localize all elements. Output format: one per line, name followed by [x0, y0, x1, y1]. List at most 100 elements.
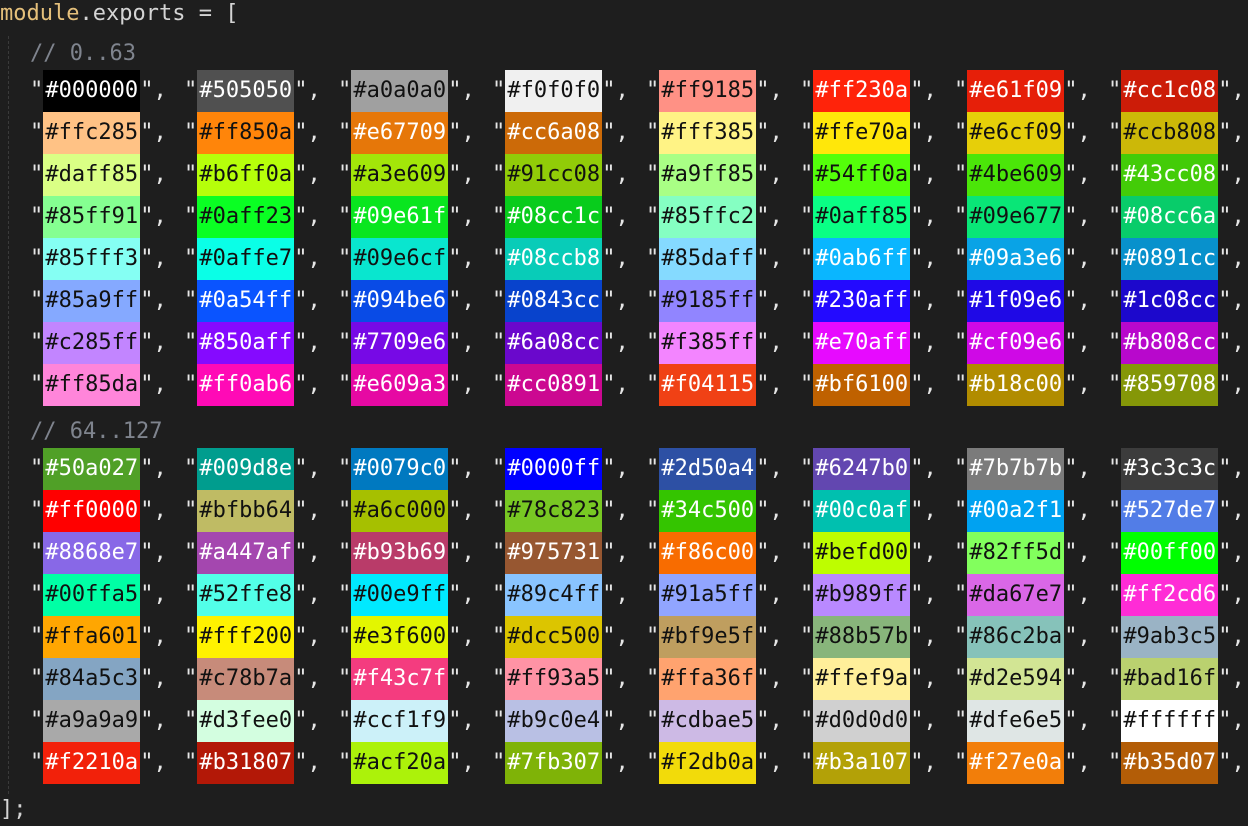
color-swatch: #f2210a	[43, 742, 141, 784]
string-quote: "	[294, 162, 308, 187]
color-entry: "#e70aff",	[800, 322, 937, 364]
string-quote: "	[910, 540, 924, 565]
color-entry: "#00e9ff",	[338, 574, 475, 616]
string-quote: "	[1064, 750, 1078, 775]
string-quote: "	[30, 750, 44, 775]
comma-separator: ,	[923, 246, 937, 271]
string-quote: "	[30, 372, 44, 397]
string-quote: "	[1218, 78, 1232, 103]
string-quote: "	[602, 120, 616, 145]
color-swatch: #08cc1c	[505, 196, 603, 238]
comma-separator: ,	[153, 330, 167, 355]
comma-separator: ,	[153, 162, 167, 187]
string-quote: "	[492, 624, 506, 649]
comma-separator: ,	[153, 750, 167, 775]
color-entry: "#89c4ff",	[492, 574, 629, 616]
string-quote: "	[338, 456, 352, 481]
comma-separator: ,	[153, 204, 167, 229]
comma-separator: ,	[615, 456, 629, 481]
comma-separator: ,	[153, 498, 167, 523]
color-swatch: #b18c00	[967, 364, 1065, 406]
color-swatch: #6247b0	[813, 448, 911, 490]
string-quote: "	[30, 498, 44, 523]
comma-separator: ,	[769, 540, 783, 565]
string-quote: "	[800, 330, 814, 355]
color-swatch: #c285ff	[43, 322, 141, 364]
string-quote: "	[492, 708, 506, 733]
string-quote: "	[910, 708, 924, 733]
string-quote: "	[1108, 624, 1122, 649]
string-quote: "	[756, 624, 770, 649]
color-entry: "#1c08cc",	[1108, 280, 1245, 322]
string-quote: "	[1218, 624, 1232, 649]
color-swatch: #7709e6	[351, 322, 449, 364]
color-swatch: #09e677	[967, 196, 1065, 238]
comma-separator: ,	[307, 708, 321, 733]
string-quote: "	[294, 456, 308, 481]
string-quote: "	[954, 288, 968, 313]
string-quote: "	[646, 162, 660, 187]
string-quote: "	[1064, 246, 1078, 271]
color-entry: "#09e677",	[954, 196, 1091, 238]
string-quote: "	[140, 288, 154, 313]
comma-separator: ,	[1231, 624, 1245, 649]
string-quote: "	[756, 162, 770, 187]
string-quote: "	[910, 750, 924, 775]
color-swatch: #85ff91	[43, 196, 141, 238]
color-entry: "#094be6",	[338, 280, 475, 322]
color-swatch: #a9a9a9	[43, 700, 141, 742]
color-swatch: #2d50a4	[659, 448, 757, 490]
string-quote: "	[184, 120, 198, 145]
comma-separator: ,	[1077, 120, 1091, 145]
color-swatch: #ffa36f	[659, 658, 757, 700]
comma-separator: ,	[1077, 78, 1091, 103]
color-entry: "#230aff",	[800, 280, 937, 322]
comma-separator: ,	[615, 582, 629, 607]
color-swatch: #b808cc	[1121, 322, 1219, 364]
color-entry: "#b9c0e4",	[492, 700, 629, 742]
string-quote: "	[30, 162, 44, 187]
comma-separator: ,	[153, 456, 167, 481]
color-swatch: #e6cf09	[967, 112, 1065, 154]
string-quote: "	[184, 246, 198, 271]
comma-separator: ,	[153, 288, 167, 313]
comma-separator: ,	[615, 162, 629, 187]
code-editor[interactable]: module.exports = [ // 0..63 // 64..127 ]…	[0, 0, 1248, 826]
comma-separator: ,	[769, 330, 783, 355]
string-quote: "	[602, 540, 616, 565]
color-entry: "#85ff91",	[30, 196, 167, 238]
code-footer-line: ];	[0, 797, 27, 822]
string-quote: "	[954, 708, 968, 733]
comma-separator: ,	[923, 162, 937, 187]
color-entry: "#0ab6ff",	[800, 238, 937, 280]
string-quote: "	[448, 708, 462, 733]
color-swatch: #dfe6e5	[967, 700, 1065, 742]
string-quote: "	[294, 120, 308, 145]
color-entry: "#82ff5d",	[954, 532, 1091, 574]
string-quote: "	[800, 288, 814, 313]
color-entry: "#a9ff85",	[646, 154, 783, 196]
color-entry: "#7b7b7b",	[954, 448, 1091, 490]
module-keyword: module	[0, 1, 80, 26]
string-quote: "	[294, 78, 308, 103]
color-entry: "#7709e6",	[338, 322, 475, 364]
color-swatch: #1c08cc	[1121, 280, 1219, 322]
color-entry: "#0affe7",	[184, 238, 321, 280]
color-swatch: #b31807	[197, 742, 295, 784]
string-quote: "	[602, 498, 616, 523]
string-quote: "	[646, 624, 660, 649]
comma-separator: ,	[1077, 582, 1091, 607]
comma-separator: ,	[769, 750, 783, 775]
color-swatch: #850aff	[197, 322, 295, 364]
color-swatch: #ff0000	[43, 490, 141, 532]
string-quote: "	[1064, 162, 1078, 187]
color-swatch: #b35d07	[1121, 742, 1219, 784]
string-quote: "	[140, 204, 154, 229]
color-entry: "#00ff00",	[1108, 532, 1245, 574]
comma-separator: ,	[153, 78, 167, 103]
string-quote: "	[602, 372, 616, 397]
color-swatch: #85ffc2	[659, 196, 757, 238]
comma-separator: ,	[307, 246, 321, 271]
color-swatch: #ff2cd6	[1121, 574, 1219, 616]
string-quote: "	[140, 582, 154, 607]
